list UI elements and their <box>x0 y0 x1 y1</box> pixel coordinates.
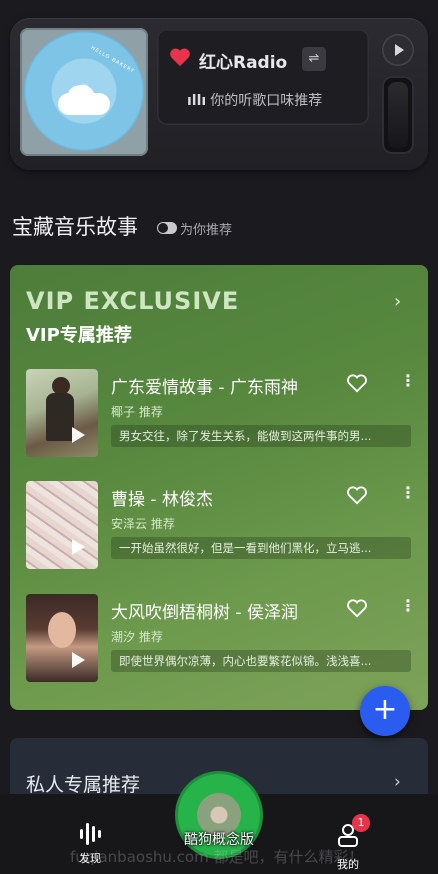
chevron-right-icon[interactable]: › <box>394 772 401 792</box>
album-cover-text: HELLO BAKERY <box>89 45 136 75</box>
radio-title: 红心Radio <box>199 53 288 73</box>
song-title[interactable]: 广东爱情故事 - 广东雨神 <box>111 373 298 398</box>
song-title[interactable]: 大风吹倒梧桐树 - 侯泽润 <box>111 598 298 623</box>
song-title[interactable]: 曹操 - 林俊杰 <box>111 485 213 510</box>
section-title: 宝藏音乐故事 <box>12 215 138 239</box>
switch-mode-icon[interactable]: ⇌ <box>302 47 326 71</box>
song-cover[interactable] <box>26 369 98 457</box>
vip-card: VIP EXCLUSIVE VIP专属推荐 › 广东爱情故事 - 广东雨神 椰子… <box>10 265 428 710</box>
play-icon[interactable] <box>72 539 85 555</box>
more-icon[interactable]: ⋮ <box>400 598 416 614</box>
song-recommender: 潮汐 推荐 <box>111 630 163 644</box>
song-row[interactable]: 大风吹倒梧桐树 - 侯泽润 潮汐 推荐 即使世界偶尔凉薄，内心也要繁花似锦。浅浅… <box>26 594 416 684</box>
notification-badge: 1 <box>352 814 370 832</box>
play-icon[interactable] <box>72 652 85 668</box>
vinyl-record-icon: HELLO BAKERY <box>24 31 144 151</box>
radio-slider-knob[interactable] <box>382 76 414 154</box>
radio-info-panel[interactable]: 红心Radio ⇌ ıllı 你的听歌口味推荐 <box>157 29 369 125</box>
song-recommender: 安泽云 推荐 <box>111 517 175 531</box>
radio-subtitle: 你的听歌口味推荐 <box>210 93 323 109</box>
heart-outline-icon[interactable] <box>346 485 368 505</box>
watermark: fuqianbaoshu.com 都是吧，有什么精彩！ <box>70 848 364 866</box>
song-cover[interactable] <box>26 481 98 569</box>
album-cover[interactable]: HELLO BAKERY <box>20 28 148 156</box>
song-description[interactable]: 男女交往，除了发生关系，能做到这两件事的男... <box>111 425 411 447</box>
sound-bars-icon <box>72 822 108 846</box>
vip-title-en: VIP EXCLUSIVE <box>26 287 240 315</box>
more-icon[interactable]: ⋮ <box>400 485 416 501</box>
recommend-toggle[interactable] <box>157 222 177 234</box>
more-icon[interactable]: ⋮ <box>400 373 416 389</box>
play-button[interactable] <box>382 34 414 66</box>
private-title: 私人专属推荐 <box>26 774 141 796</box>
toggle-label[interactable]: 为你推荐 <box>180 219 232 238</box>
heart-outline-icon[interactable] <box>346 373 368 393</box>
play-icon[interactable] <box>72 427 85 443</box>
heart-filled-icon <box>170 48 190 67</box>
song-description[interactable]: 即使世界偶尔凉薄，内心也要繁花似锦。浅浅喜... <box>111 650 411 672</box>
radio-subtitle-row: ıllı 你的听歌口味推荐 <box>169 90 322 110</box>
add-button[interactable]: + <box>360 686 410 736</box>
equalizer-icon: ıllı <box>187 93 207 109</box>
chevron-right-icon[interactable]: › <box>394 291 401 312</box>
heart-outline-icon[interactable] <box>346 598 368 618</box>
song-row[interactable]: 广东爱情故事 - 广东雨神 椰子 推荐 男女交往，除了发生关系，能做到这两件事的… <box>26 369 416 459</box>
song-description[interactable]: 一开始虽然很好，但是一看到他们黑化，立马逃... <box>111 537 411 559</box>
song-row[interactable]: 曹操 - 林俊杰 安泽云 推荐 一开始虽然很好，但是一看到他们黑化，立马逃...… <box>26 481 416 571</box>
vip-title-cn: VIP专属推荐 <box>26 325 132 346</box>
song-recommender: 椰子 推荐 <box>111 405 163 419</box>
song-cover[interactable] <box>26 594 98 682</box>
